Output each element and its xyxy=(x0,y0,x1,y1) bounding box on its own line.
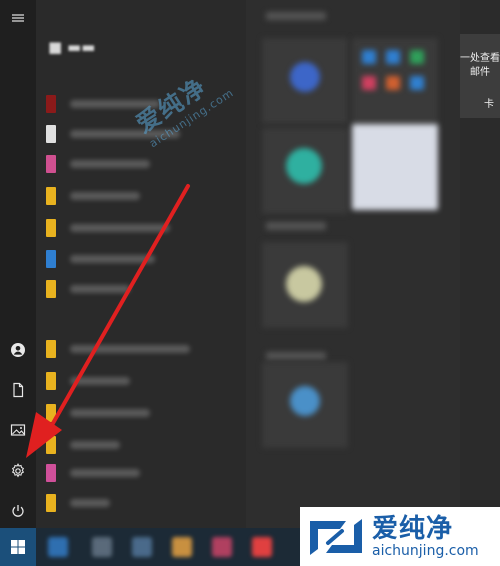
list-item[interactable] xyxy=(46,187,140,205)
logo-mark-icon xyxy=(310,518,362,555)
list-header-blurred: ■ ▬▬ xyxy=(48,38,96,56)
list-item[interactable] xyxy=(46,219,170,237)
tile-icon xyxy=(290,62,320,92)
tiles-area-blurred xyxy=(246,0,460,528)
tile-icon xyxy=(286,266,322,302)
menu-icon xyxy=(12,14,24,22)
tile-icon xyxy=(410,50,424,64)
mail-tile-line1: 一处查看 xyxy=(460,53,500,64)
list-item[interactable] xyxy=(46,436,120,454)
user-account-button[interactable] xyxy=(0,332,36,368)
windows-logo-icon xyxy=(11,540,25,554)
document-icon xyxy=(13,382,24,398)
start-left-rail xyxy=(0,0,36,528)
logo-text-cn: 爱纯净 xyxy=(372,513,454,544)
power-button[interactable] xyxy=(0,493,36,529)
start-button[interactable] xyxy=(0,528,36,566)
tile-icon xyxy=(362,76,376,90)
documents-button[interactable] xyxy=(0,372,36,408)
list-item[interactable] xyxy=(46,155,150,173)
list-item[interactable] xyxy=(46,464,140,482)
mail-tile-line2: 邮件 xyxy=(470,67,490,78)
settings-icon xyxy=(11,463,25,478)
pictures-button[interactable] xyxy=(0,412,36,448)
list-item[interactable] xyxy=(46,372,130,390)
taskbar-app-icon[interactable] xyxy=(92,537,112,557)
tile-icon xyxy=(362,50,376,64)
pictures-icon xyxy=(10,424,26,436)
taskbar-app-icon[interactable] xyxy=(212,537,232,557)
watermark: 爱纯净 aichunjing.com xyxy=(128,57,236,151)
taskbar-app-icon[interactable] xyxy=(132,537,152,557)
mail-live-tile[interactable]: 一处查看 邮件 卡 xyxy=(460,34,500,118)
taskbar-app-icon[interactable] xyxy=(48,537,68,557)
tile-icon xyxy=(386,76,400,90)
user-icon xyxy=(11,343,25,357)
tile-group-header xyxy=(266,12,326,20)
tile-icon xyxy=(410,76,424,90)
mail-tile-tail: 卡 xyxy=(484,99,494,110)
hamburger-menu-button[interactable] xyxy=(0,0,36,36)
list-item[interactable] xyxy=(46,494,110,512)
list-item[interactable] xyxy=(46,340,190,358)
logo-text-en: aichunjing.com xyxy=(372,542,479,559)
settings-button[interactable] xyxy=(0,453,36,489)
tile-group-header xyxy=(266,352,326,360)
power-icon xyxy=(12,505,24,517)
app-list-blurred: ■ ▬▬ 爱纯净 aichunjing.com xyxy=(36,0,246,528)
taskbar-app-icon[interactable] xyxy=(252,537,272,557)
list-item[interactable] xyxy=(46,280,130,298)
tile-group-header xyxy=(266,222,326,230)
taskbar-app-icon[interactable] xyxy=(172,537,192,557)
site-logo-overlay: 爱纯净 aichunjing.com xyxy=(300,507,500,566)
tile-icon xyxy=(290,386,320,416)
tile-icon xyxy=(386,50,400,64)
list-item[interactable] xyxy=(46,404,150,422)
tile[interactable] xyxy=(352,124,438,210)
tile-icon xyxy=(286,148,322,184)
list-item[interactable] xyxy=(46,250,155,268)
